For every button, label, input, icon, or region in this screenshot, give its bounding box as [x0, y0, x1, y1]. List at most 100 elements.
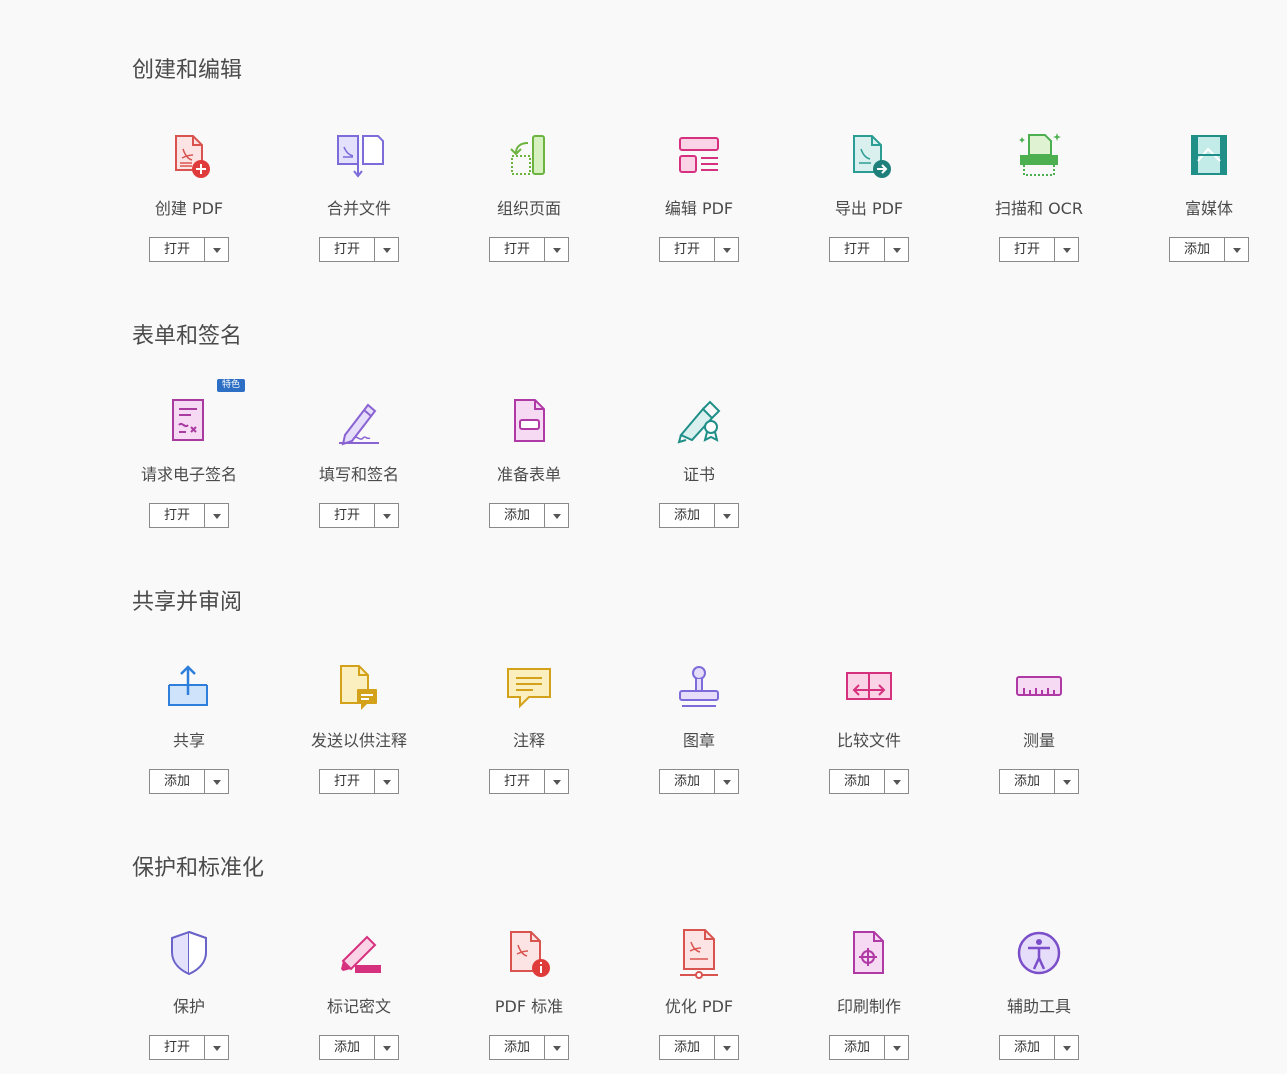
prepare-form-icon[interactable] [501, 393, 557, 449]
tool-label[interactable]: 合并文件 [274, 198, 444, 220]
tool-label[interactable]: 创建 PDF [104, 198, 274, 220]
tool-action-button[interactable]: 添加 [660, 1036, 715, 1059]
optimize-pdf-icon[interactable] [671, 925, 727, 981]
certificate-icon[interactable] [671, 393, 727, 449]
tool-action-button[interactable]: 添加 [1000, 1036, 1055, 1059]
tool-action-button[interactable]: 打开 [660, 238, 715, 261]
tool-label[interactable]: 标记密文 [274, 996, 444, 1018]
tool-action-button[interactable]: 添加 [1170, 238, 1225, 261]
edit-pdf-icon[interactable] [671, 127, 727, 183]
create-pdf-icon[interactable] [161, 127, 217, 183]
tool-card[interactable]: 图章添加 [614, 659, 784, 809]
tool-label[interactable]: 辅助工具 [954, 996, 1124, 1018]
dropdown-arrow-icon[interactable] [1225, 238, 1248, 261]
tool-label[interactable]: 请求电子签名 [104, 464, 274, 486]
tool-card[interactable]: 发送以供注释打开 [274, 659, 444, 809]
compare-files-icon[interactable] [841, 659, 897, 715]
tool-action-button[interactable]: 添加 [830, 1036, 885, 1059]
tool-action-button[interactable]: 添加 [490, 504, 545, 527]
tool-label[interactable]: 富媒体 [1124, 198, 1287, 220]
tool-label[interactable]: 注释 [444, 730, 614, 752]
combine-files-icon[interactable] [331, 127, 387, 183]
tool-label[interactable]: 保护 [104, 996, 274, 1018]
tool-card[interactable]: 组织页面 打开 [444, 127, 614, 277]
tool-action-button[interactable]: 打开 [830, 238, 885, 261]
dropdown-arrow-icon[interactable] [205, 770, 228, 793]
dropdown-arrow-icon[interactable] [715, 1036, 738, 1059]
fill-sign-icon[interactable] [331, 393, 387, 449]
tool-action-button[interactable]: 打开 [320, 238, 375, 261]
tool-card[interactable]: 比较文件添加 [784, 659, 954, 809]
tool-action-button[interactable]: 添加 [830, 770, 885, 793]
dropdown-arrow-icon[interactable] [715, 238, 738, 261]
tool-action-button[interactable]: 添加 [660, 770, 715, 793]
protect-icon[interactable] [161, 925, 217, 981]
tool-card[interactable]: 共享添加 [104, 659, 274, 809]
dropdown-arrow-icon[interactable] [1055, 238, 1078, 261]
dropdown-arrow-icon[interactable] [375, 504, 398, 527]
dropdown-arrow-icon[interactable] [545, 1036, 568, 1059]
tool-card[interactable]: 测量 添加 [954, 659, 1124, 809]
tool-card[interactable]: 优化 PDF 添加 [614, 925, 784, 1074]
tool-card[interactable]: 导出 PDF 打开 [784, 127, 954, 277]
dropdown-arrow-icon[interactable] [205, 504, 228, 527]
rich-media-icon[interactable] [1181, 127, 1237, 183]
tool-card[interactable]: 准备表单添加 [444, 393, 614, 543]
redact-icon[interactable] [331, 925, 387, 981]
dropdown-arrow-icon[interactable] [375, 238, 398, 261]
tool-label[interactable]: 优化 PDF [614, 996, 784, 1018]
dropdown-arrow-icon[interactable] [885, 770, 908, 793]
tool-card[interactable]: 合并文件打开 [274, 127, 444, 277]
dropdown-arrow-icon[interactable] [1055, 770, 1078, 793]
tool-label[interactable]: 准备表单 [444, 464, 614, 486]
pdf-standards-icon[interactable] [501, 925, 557, 981]
dropdown-arrow-icon[interactable] [375, 770, 398, 793]
tool-label[interactable]: 填写和签名 [274, 464, 444, 486]
tool-card[interactable]: 印刷制作添加 [784, 925, 954, 1074]
tool-label[interactable]: 扫描和 OCR [954, 198, 1124, 220]
tool-action-button[interactable]: 添加 [490, 1036, 545, 1059]
tool-label[interactable]: 比较文件 [784, 730, 954, 752]
tool-card[interactable]: 标记密文添加 [274, 925, 444, 1074]
scan-ocr-icon[interactable] [1011, 127, 1067, 183]
tool-action-button[interactable]: 打开 [150, 504, 205, 527]
export-pdf-icon[interactable] [841, 127, 897, 183]
tool-label[interactable]: 测量 [954, 730, 1124, 752]
tool-action-button[interactable]: 打开 [320, 770, 375, 793]
dropdown-arrow-icon[interactable] [205, 1036, 228, 1059]
tool-action-button[interactable]: 打开 [150, 1036, 205, 1059]
tool-label[interactable]: 发送以供注释 [274, 730, 444, 752]
tool-card[interactable]: 证书 添加 [614, 393, 784, 543]
tool-card[interactable]: PDF 标准 添加 [444, 925, 614, 1074]
tool-card[interactable]: 填写和签名 打开 [274, 393, 444, 543]
tool-action-button[interactable]: 添加 [660, 504, 715, 527]
dropdown-arrow-icon[interactable] [545, 770, 568, 793]
tool-action-button[interactable]: 打开 [1000, 238, 1055, 261]
tool-label[interactable]: 编辑 PDF [614, 198, 784, 220]
request-esign-icon[interactable] [161, 393, 217, 449]
send-for-comments-icon[interactable] [331, 659, 387, 715]
tool-label[interactable]: 组织页面 [444, 198, 614, 220]
dropdown-arrow-icon[interactable] [545, 238, 568, 261]
dropdown-arrow-icon[interactable] [205, 238, 228, 261]
tool-card[interactable]: 编辑 PDF 打开 [614, 127, 784, 277]
tool-label[interactable]: 印刷制作 [784, 996, 954, 1018]
tool-label[interactable]: 共享 [104, 730, 274, 752]
tool-action-button[interactable]: 添加 [150, 770, 205, 793]
measure-icon[interactable] [1011, 659, 1067, 715]
dropdown-arrow-icon[interactable] [715, 504, 738, 527]
accessibility-icon[interactable] [1011, 925, 1067, 981]
tool-action-button[interactable]: 添加 [320, 1036, 375, 1059]
dropdown-arrow-icon[interactable] [375, 1036, 398, 1059]
dropdown-arrow-icon[interactable] [715, 770, 738, 793]
tool-action-button[interactable]: 打开 [490, 770, 545, 793]
tool-label[interactable]: 图章 [614, 730, 784, 752]
tool-card[interactable]: 富媒体添加 [1124, 127, 1287, 277]
dropdown-arrow-icon[interactable] [885, 1036, 908, 1059]
comment-icon[interactable] [501, 659, 557, 715]
stamp-icon[interactable] [671, 659, 727, 715]
tool-card[interactable]: 特色 请求电子签名 打开 [104, 379, 274, 543]
tool-action-button[interactable]: 打开 [150, 238, 205, 261]
tool-card[interactable]: 扫描和 OCR 打开 [954, 127, 1124, 277]
tool-label[interactable]: 导出 PDF [784, 198, 954, 220]
